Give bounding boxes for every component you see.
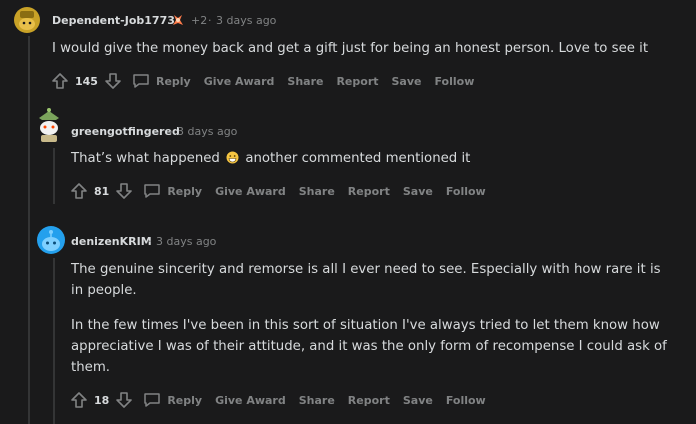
- reply-label: Reply: [155, 74, 191, 88]
- save-button[interactable]: Save: [392, 75, 422, 88]
- reply-icon: [143, 392, 161, 408]
- grin-emoji-icon: [226, 150, 239, 164]
- reply-icon: [143, 183, 161, 199]
- give-award-button[interactable]: Give Award: [204, 75, 275, 88]
- comment-text: That’s what happened another commented m…: [71, 148, 671, 169]
- avatar[interactable]: [37, 226, 65, 254]
- karma-badge: +2: [191, 14, 208, 27]
- upvote-icon[interactable]: [70, 182, 88, 200]
- award-icon: [171, 12, 185, 26]
- comment-text-part: another commented mentioned it: [245, 151, 471, 166]
- thread-line-1[interactable]: [28, 36, 30, 424]
- separator: ·: [148, 235, 152, 248]
- comment-actions: 145 Reply Give Award Share Report Save F…: [51, 70, 487, 92]
- report-button[interactable]: Report: [348, 394, 390, 407]
- vote-score: 81: [94, 184, 110, 198]
- follow-button[interactable]: Follow: [446, 185, 486, 198]
- thread-line-2[interactable]: [53, 148, 55, 204]
- reply-label: Reply: [167, 393, 203, 407]
- upvote-icon[interactable]: [51, 72, 69, 90]
- username[interactable]: Dependent-Job1773: [52, 14, 175, 27]
- timestamp[interactable]: 3 days ago: [156, 235, 216, 248]
- save-button[interactable]: Save: [403, 394, 433, 407]
- comment-text-part: That’s what happened: [71, 151, 220, 166]
- reply-button[interactable]: Reply: [143, 392, 202, 408]
- comment-text: I would give the money back and get a gi…: [52, 41, 649, 56]
- vote-score: 145: [75, 74, 98, 88]
- follow-button[interactable]: Follow: [434, 75, 474, 88]
- downvote-icon[interactable]: [104, 72, 122, 90]
- separator: ·: [169, 125, 173, 138]
- downvote-icon[interactable]: [115, 182, 133, 200]
- avatar-snoo-icon: [39, 108, 59, 142]
- username[interactable]: greengotfingered: [71, 125, 180, 138]
- avatar-snoo-icon: [19, 11, 35, 30]
- username[interactable]: denizenKRIM: [71, 235, 152, 248]
- timestamp[interactable]: 3 days ago: [216, 14, 276, 27]
- vote-score: 18: [94, 393, 110, 407]
- give-award-button[interactable]: Give Award: [215, 185, 286, 198]
- comment-paragraph: The genuine sincerity and remorse is all…: [71, 262, 661, 298]
- reply-button[interactable]: Reply: [132, 73, 191, 89]
- reply-button[interactable]: Reply: [143, 183, 202, 199]
- give-award-button[interactable]: Give Award: [215, 394, 286, 407]
- share-button[interactable]: Share: [299, 185, 335, 198]
- thread-line-3[interactable]: [53, 258, 55, 424]
- downvote-icon[interactable]: [115, 391, 133, 409]
- avatar-snoo-icon: [42, 230, 60, 251]
- follow-button[interactable]: Follow: [446, 394, 486, 407]
- reply-icon: [132, 73, 150, 89]
- report-button[interactable]: Report: [348, 185, 390, 198]
- avatar[interactable]: [34, 108, 64, 142]
- save-button[interactable]: Save: [403, 185, 433, 198]
- share-button[interactable]: Share: [287, 75, 323, 88]
- comment-actions: 81 Reply Give Award Share Report Save Fo…: [70, 180, 499, 202]
- comment-paragraph: In the few times I've been in this sort …: [71, 318, 667, 375]
- timestamp[interactable]: 3 days ago: [177, 125, 237, 138]
- upvote-icon[interactable]: [70, 391, 88, 409]
- share-button[interactable]: Share: [299, 394, 335, 407]
- separator: ·: [208, 14, 212, 27]
- comment-actions: 18 Reply Give Award Share Report Save Fo…: [70, 389, 499, 411]
- reply-label: Reply: [167, 184, 203, 198]
- report-button[interactable]: Report: [336, 75, 378, 88]
- avatar[interactable]: [14, 7, 40, 33]
